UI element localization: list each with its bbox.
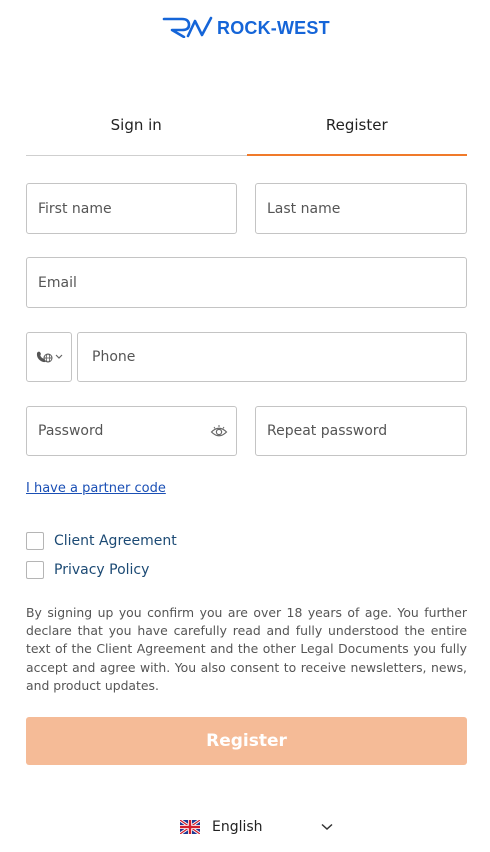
privacy-policy-link[interactable]: Privacy Policy bbox=[54, 562, 149, 578]
rw-logo-icon bbox=[162, 16, 213, 38]
last-name-field bbox=[255, 183, 467, 234]
globe-phone-icon bbox=[36, 351, 53, 363]
client-agreement-row: Client Agreement bbox=[26, 532, 177, 550]
email-input[interactable] bbox=[27, 258, 466, 307]
show-password-eye-icon[interactable] bbox=[210, 423, 228, 441]
privacy-policy-checkbox[interactable] bbox=[26, 561, 44, 579]
chevron-down-icon bbox=[321, 823, 333, 831]
first-name-field bbox=[26, 183, 237, 234]
country-code-select[interactable] bbox=[26, 332, 72, 382]
tab-register[interactable]: Register bbox=[246, 104, 468, 156]
tab-sign-in[interactable]: Sign in bbox=[26, 104, 247, 155]
password-field bbox=[26, 406, 237, 456]
auth-tabs: Sign in Register bbox=[26, 104, 467, 156]
first-name-input[interactable] bbox=[27, 184, 236, 233]
terms-text: By signing up you confirm you are over 1… bbox=[26, 605, 467, 693]
partner-code-link[interactable]: I have a partner code bbox=[26, 481, 166, 496]
register-button[interactable]: Register bbox=[26, 717, 467, 765]
privacy-policy-row: Privacy Policy bbox=[26, 561, 149, 579]
chevron-down-icon bbox=[55, 354, 63, 359]
language-selector[interactable]: English bbox=[180, 815, 333, 839]
client-agreement-link[interactable]: Client Agreement bbox=[54, 533, 177, 549]
language-label: English bbox=[212, 819, 263, 835]
email-field bbox=[26, 257, 467, 308]
password-input[interactable] bbox=[27, 407, 236, 455]
brand-logo[interactable]: ROCK-WEST bbox=[162, 14, 330, 40]
repeat-password-field bbox=[255, 406, 467, 456]
client-agreement-checkbox[interactable] bbox=[26, 532, 44, 550]
last-name-input[interactable] bbox=[256, 184, 466, 233]
uk-flag-icon bbox=[180, 820, 200, 834]
phone-input[interactable] bbox=[78, 333, 466, 381]
phone-field bbox=[77, 332, 467, 382]
brand-name: ROCK-WEST bbox=[217, 17, 330, 38]
repeat-password-input[interactable] bbox=[256, 407, 466, 455]
